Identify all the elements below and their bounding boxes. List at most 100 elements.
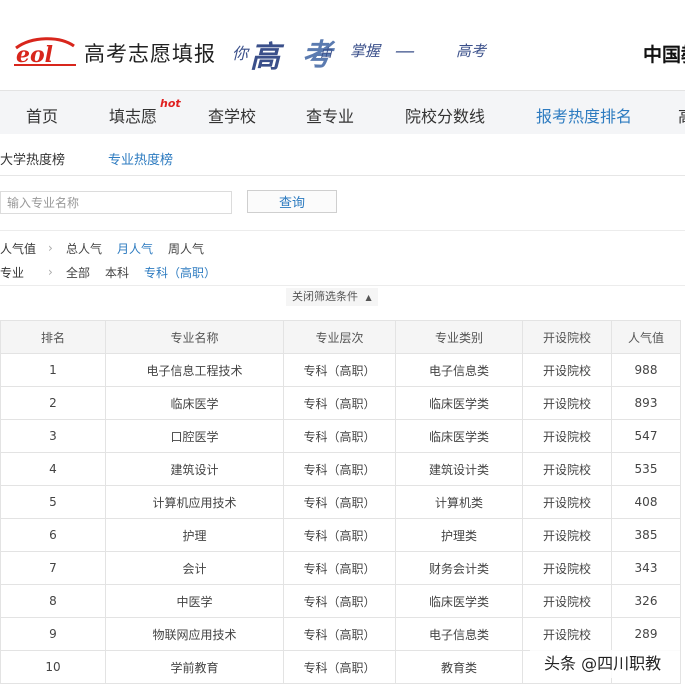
level-cell: 专科（高职） [283,551,396,585]
nav-item-score-lines[interactable]: 院校分数线 [405,103,485,127]
rank-cell: 5 [0,485,106,519]
caret-up-icon: ▲ [365,293,372,302]
major-name-cell: 临床医学 [105,386,284,420]
nav-item-label: 填志愿 [109,107,158,126]
popularity-cell: 988 [611,353,681,387]
major-name-cell: 中医学 [105,584,284,618]
col-header-level: 专业层次 [283,320,396,354]
schools-link[interactable]: 开设院校 [522,485,612,519]
category-cell: 财务会计类 [395,551,523,585]
brand-right: 中国教 [643,44,685,66]
table-row: 9 物联网应用技术 专科（高职） 电子信息类 开设院校 289 [0,617,681,651]
col-header-major: 专业名称 [105,320,284,354]
schools-link[interactable]: 开设院校 [522,452,612,486]
table-header-row: 排名 专业名称 专业层次 专业类别 开设院校 人气值 [0,320,681,354]
filter-option-all[interactable]: 全部 [66,264,90,281]
major-name-cell: 口腔医学 [105,419,284,453]
schools-link[interactable]: 开设院校 [522,353,612,387]
slogan-part: 由 [320,46,333,60]
nav-item-fill-application[interactable]: 填志愿 hot [109,97,181,127]
table-row: 6 护理 专科（高职） 护理类 开设院校 385 [0,518,681,552]
schools-link[interactable]: 开设院校 [522,584,612,618]
rank-cell: 7 [0,551,106,585]
table-row: 1 电子信息工程技术 专科（高职） 电子信息类 开设院校 988 [0,353,681,387]
table-row: 5 计算机应用技术 专科（高职） 计算机类 开设院校 408 [0,485,681,519]
eol-logo[interactable]: eol [12,34,78,68]
rank-cell: 9 [0,617,106,651]
category-cell: 电子信息类 [395,617,523,651]
slogan-part: 你 [232,44,249,63]
col-header-rank: 排名 [0,320,106,354]
category-cell: 临床医学类 [395,584,523,618]
category-cell: 电子信息类 [395,353,523,387]
schools-link[interactable]: 开设院校 [522,617,612,651]
col-header-schools: 开设院校 [522,320,612,354]
popularity-cell: 289 [611,617,681,651]
rank-cell: 8 [0,584,106,618]
level-cell: 专科（高职） [283,584,396,618]
site-header: eol 高考志愿填报 你 高 考 由 掌握 — 高考 中国教 [0,0,685,88]
tab-university-rank[interactable]: 大学热度榜 [0,149,65,168]
rank-cell: 4 [0,452,106,486]
col-header-popularity: 人气值 [611,320,681,354]
schools-link[interactable]: 开设院校 [522,551,612,585]
nav-item-schools[interactable]: 查学校 [208,103,256,127]
level-cell: 专科（高职） [283,518,396,552]
popularity-filter: 人气值 › 总人气 月人气 周人气 [0,240,685,260]
level-cell: 专科（高职） [283,452,396,486]
major-name-cell: 学前教育 [105,650,284,684]
level-cell: 专科（高职） [283,485,396,519]
category-cell: 计算机类 [395,485,523,519]
nav-item-home[interactable]: 首页 [26,103,58,127]
rank-cell: 2 [0,386,106,420]
schools-link[interactable]: 开设院校 [522,419,612,453]
category-cell: 护理类 [395,518,523,552]
level-cell: 专科（高职） [283,353,396,387]
filter-option-undergrad[interactable]: 本科 [105,264,129,281]
filter-option-weekly[interactable]: 周人气 [168,240,204,257]
category-cell: 教育类 [395,650,523,684]
search-button[interactable]: 查询 [247,190,337,213]
schools-link[interactable]: 开设院校 [522,518,612,552]
rank-tabs: 大学热度榜 专业热度榜 [0,134,685,176]
nav-item-majors[interactable]: 查专业 [306,103,354,127]
filter-label: 人气值 [0,242,37,256]
major-name-cell: 护理 [105,518,284,552]
category-cell: 临床医学类 [395,386,523,420]
rank-cell: 10 [0,650,106,684]
site-title: 高考志愿填报 [84,42,216,66]
popularity-cell: 343 [611,551,681,585]
popularity-cell: 893 [611,386,681,420]
table-row: 7 会计 专科（高职） 财务会计类 开设院校 343 [0,551,681,585]
major-name-cell: 计算机应用技术 [105,485,284,519]
major-search-input[interactable] [0,191,232,214]
nav-item-more[interactable]: 高 [678,103,685,127]
slogan-part: 高考 [456,42,487,60]
schools-link[interactable]: 开设院校 [522,386,612,420]
tab-major-rank[interactable]: 专业热度榜 [108,149,173,168]
filter-option-monthly[interactable]: 月人气 [117,240,153,257]
level-filter: 专业 › 全部 本科 专科（高职） [0,264,685,284]
popularity-cell: 547 [611,419,681,453]
table-row: 2 临床医学 专科（高职） 临床医学类 开设院校 893 [0,386,681,420]
table-row: 8 中医学 专科（高职） 临床医学类 开设院校 326 [0,584,681,618]
chevron-right-icon: › [48,241,53,255]
close-filter-button[interactable]: 关闭筛选条件 ▲ [286,288,378,306]
level-cell: 专科（高职） [283,419,396,453]
divider [0,285,685,286]
hot-badge: hot [160,97,181,110]
popularity-cell: 326 [611,584,681,618]
major-name-cell: 建筑设计 [105,452,284,486]
level-cell: 专科（高职） [283,386,396,420]
slogan-part: 高 [250,40,280,75]
level-cell: 专科（高职） [283,617,396,651]
slogan-part: 掌握 [350,42,381,60]
filter-option-total[interactable]: 总人气 [66,240,102,257]
major-name-cell: 电子信息工程技术 [105,353,284,387]
category-cell: 临床医学类 [395,419,523,453]
major-name-cell: 会计 [105,551,284,585]
filter-option-vocational[interactable]: 专科（高职） [144,264,216,281]
table-row: 4 建筑设计 专科（高职） 建筑设计类 开设院校 535 [0,452,681,486]
watermark: 头条 @四川职教 [530,650,680,678]
nav-item-popularity-rank[interactable]: 报考热度排名 [536,103,632,127]
